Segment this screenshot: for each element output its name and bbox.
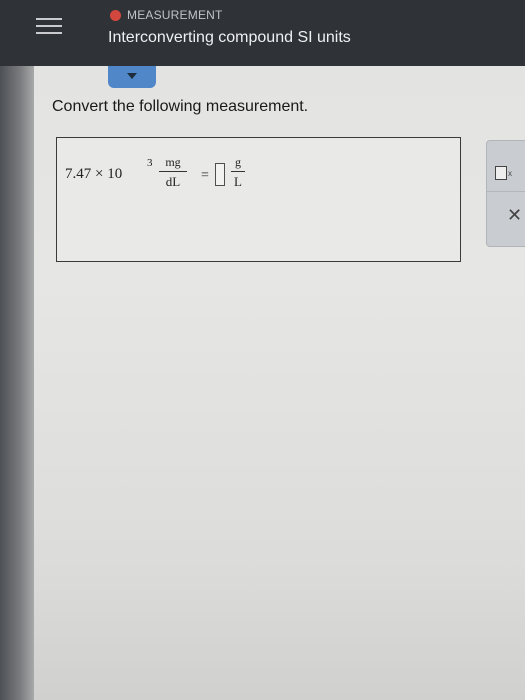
fraction-bar — [231, 171, 245, 172]
clear-button[interactable]: ✕ — [507, 205, 522, 226]
answer-input[interactable] — [215, 163, 225, 186]
divider — [487, 191, 525, 192]
question-instruction: Convert the following measurement. — [52, 98, 309, 115]
target-unit-denominator: L — [234, 174, 242, 189]
fraction-bar — [159, 171, 187, 172]
topic-label: MEASUREMENT — [110, 8, 223, 22]
exponent: 3 — [147, 157, 153, 169]
collapse-toggle-button[interactable] — [108, 66, 156, 88]
answer-area: 7.47 × 10 3 mg dL = g L — [56, 137, 461, 262]
given-unit-numerator: mg — [165, 155, 181, 169]
page-title: Interconverting compound SI units — [108, 29, 351, 46]
chevron-down-icon — [127, 73, 137, 79]
screen-bezel — [0, 0, 34, 700]
answer-tools-panel: x ✕ — [486, 140, 525, 247]
fraction-units-icon[interactable] — [495, 166, 507, 180]
coefficient: 7.47 × 10 — [65, 166, 123, 182]
status-dot-icon — [110, 9, 121, 21]
target-unit-fraction: g L — [231, 155, 245, 189]
given-unit-denominator: dL — [165, 174, 181, 189]
given-unit-fraction: mg dL — [159, 155, 187, 189]
menu-icon[interactable] — [36, 18, 64, 40]
equals-sign: = — [201, 168, 209, 183]
app-header: MEASUREMENT Interconverting compound SI … — [0, 0, 525, 66]
units-button-subscript: x — [508, 169, 512, 178]
topic-text: MEASUREMENT — [127, 8, 223, 22]
target-unit-numerator: g — [235, 155, 241, 169]
